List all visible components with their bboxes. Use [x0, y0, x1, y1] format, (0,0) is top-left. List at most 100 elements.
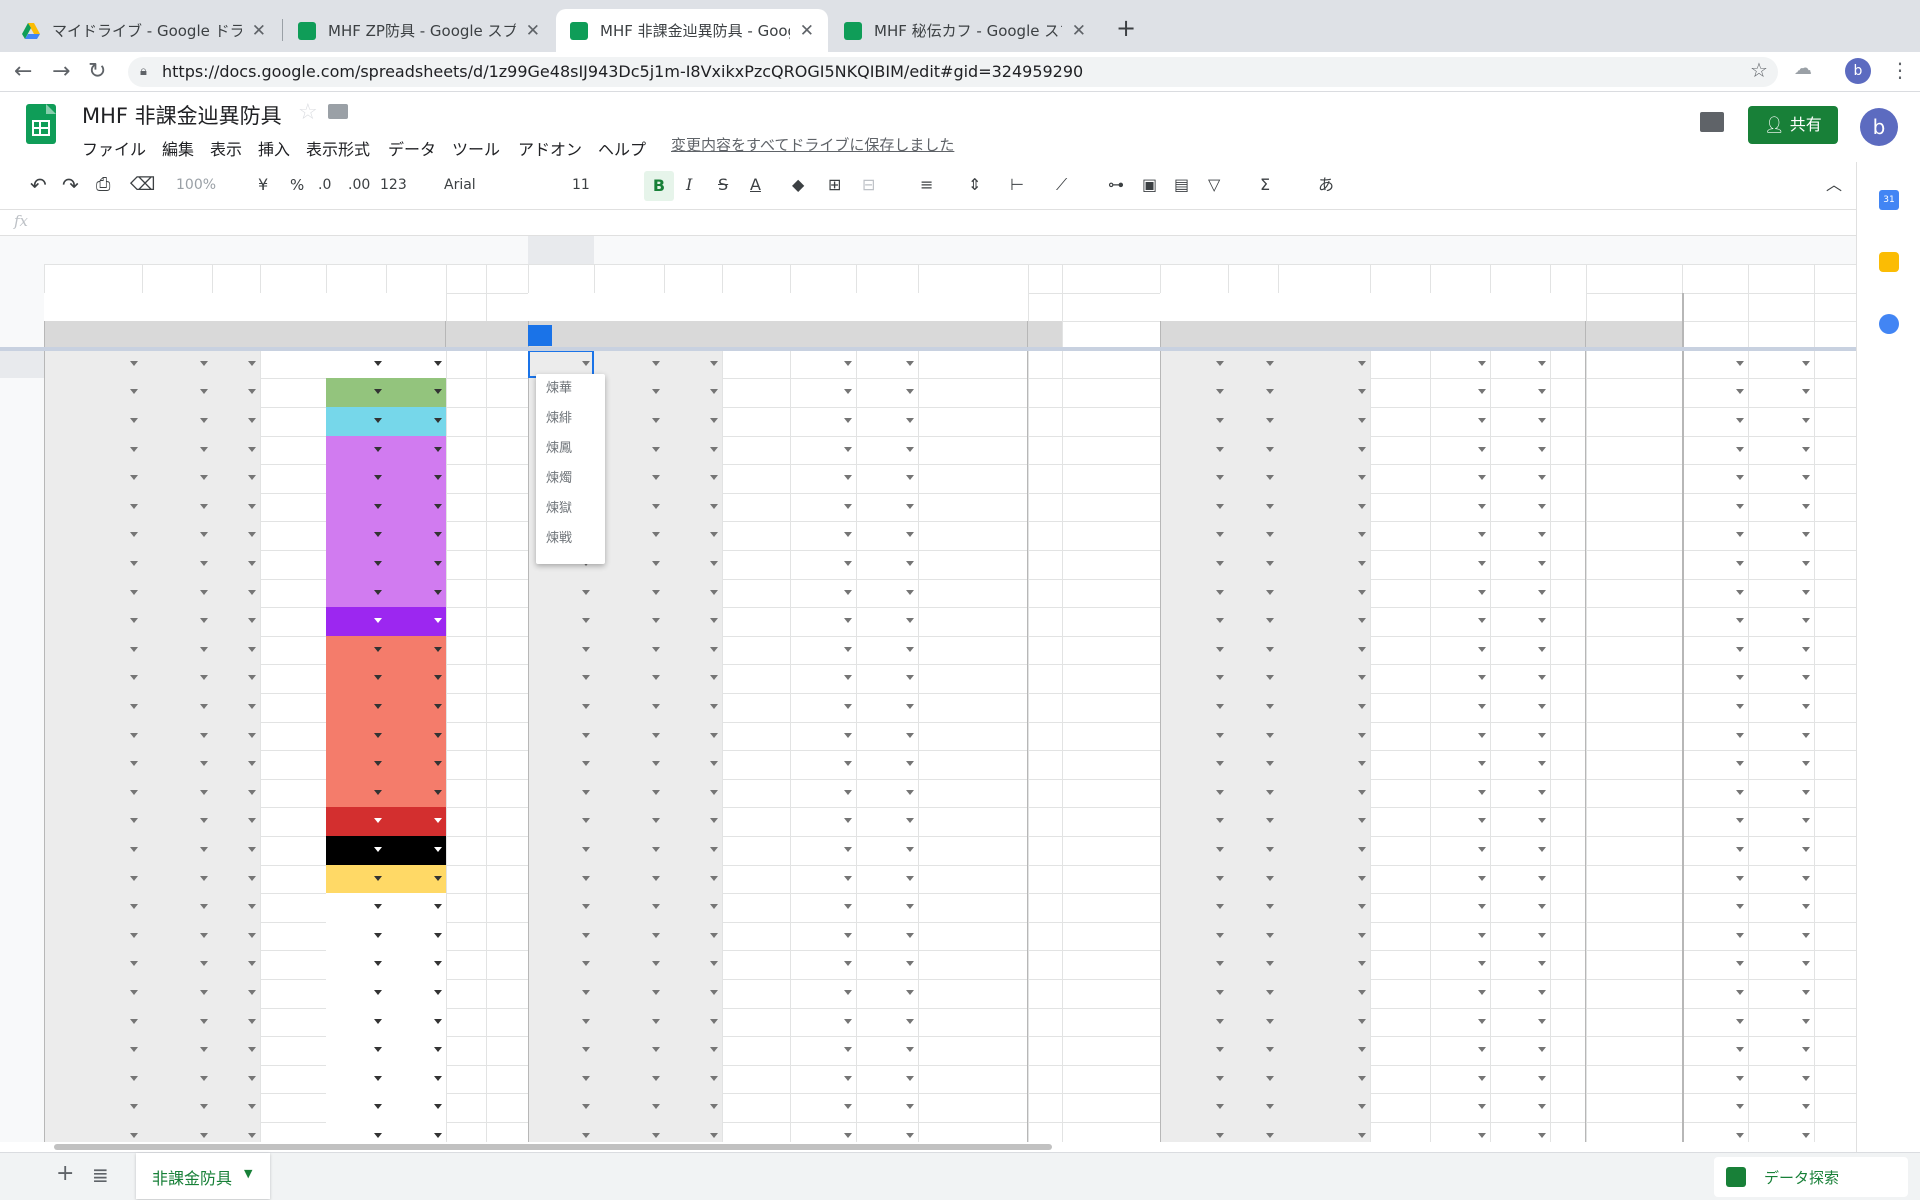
utahime-cell[interactable] [1278, 693, 1370, 722]
utahime-cell[interactable] [1278, 1093, 1370, 1122]
single-cell[interactable] [1682, 550, 1748, 579]
sub-armor-cell[interactable] [386, 864, 446, 894]
utahime-cell[interactable] [1550, 378, 1586, 407]
dropdown-arrow-icon[interactable] [1266, 875, 1274, 881]
dropdown-arrow-icon[interactable] [1216, 761, 1224, 767]
dropdown-arrow-icon[interactable] [710, 532, 718, 538]
karendo-cell[interactable] [918, 893, 1028, 922]
karendo-cell[interactable] [918, 807, 1028, 836]
karendo-cell[interactable] [664, 607, 722, 636]
dropdown-arrow-icon[interactable] [200, 1047, 208, 1053]
dropdown-arrow-icon[interactable] [582, 818, 590, 824]
dropdown-arrow-icon[interactable] [710, 646, 718, 652]
dropdown-arrow-icon[interactable] [130, 789, 138, 795]
dropdown-arrow-icon[interactable] [1266, 761, 1274, 767]
event-cell[interactable] [142, 550, 212, 579]
italic-button[interactable]: I [686, 174, 692, 196]
karendo-cell[interactable] [856, 865, 918, 894]
dropdown-arrow-icon[interactable] [844, 561, 852, 566]
single-cell[interactable] [1814, 979, 1856, 1008]
main-armor-cell[interactable] [326, 635, 386, 665]
dropdown-arrow-icon[interactable] [248, 732, 256, 738]
dropdown-arrow-icon[interactable] [710, 1133, 718, 1138]
utahime-cell[interactable] [1278, 722, 1370, 751]
dropdown-arrow-icon[interactable] [582, 1018, 590, 1024]
karendo-cell[interactable] [664, 636, 722, 665]
dropdown-arrow-icon[interactable] [906, 503, 914, 509]
event-cell[interactable] [260, 950, 326, 979]
dropdown-arrow-icon[interactable] [710, 561, 718, 566]
dropdown-arrow-icon[interactable] [200, 732, 208, 738]
utahime-cell[interactable] [1490, 922, 1550, 951]
close-icon[interactable]: ✕ [252, 21, 266, 41]
event-cell[interactable] [212, 922, 260, 951]
dropdown-arrow-icon[interactable] [710, 1104, 718, 1110]
row-header[interactable] [0, 349, 44, 379]
karendo-cell[interactable] [918, 636, 1028, 665]
utahime-cell[interactable] [1490, 579, 1550, 608]
increase-decimal-button[interactable]: .00 [348, 174, 370, 196]
dropdown-arrow-icon[interactable] [1216, 589, 1224, 595]
column-header[interactable] [142, 236, 212, 264]
row-header[interactable] [0, 521, 44, 550]
single-cell[interactable] [1748, 550, 1814, 579]
column-header[interactable] [918, 236, 1028, 264]
dropdown-arrow-icon[interactable] [434, 704, 442, 709]
karendo-cell[interactable] [856, 407, 918, 436]
dropdown-arrow-icon[interactable] [374, 532, 382, 538]
event-cell[interactable] [260, 521, 326, 550]
karendo-cell[interactable] [790, 521, 856, 550]
dropdown-arrow-icon[interactable] [652, 904, 660, 910]
karendo-cell[interactable] [856, 722, 918, 751]
main-armor-cell[interactable] [326, 893, 386, 922]
single-cell[interactable] [1682, 693, 1748, 722]
single-cell[interactable] [1682, 979, 1748, 1008]
event-cell[interactable] [260, 550, 326, 579]
single-cell[interactable] [1748, 807, 1814, 836]
dropdown-arrow-icon[interactable] [652, 789, 660, 795]
karendo-cell[interactable] [722, 521, 790, 550]
column-header[interactable] [1586, 236, 1682, 264]
dropdown-arrow-icon[interactable] [582, 1104, 590, 1110]
utahime-cell[interactable] [1228, 922, 1278, 951]
comment-icon[interactable]: ▣ [1142, 174, 1157, 196]
utahime-cell[interactable] [1160, 636, 1228, 665]
single-cell[interactable] [1814, 865, 1856, 894]
row-header[interactable] [0, 807, 44, 836]
dropdown-arrow-icon[interactable] [652, 847, 660, 852]
dropdown-arrow-icon[interactable] [906, 1047, 914, 1053]
decrease-decimal-button[interactable]: .0 [318, 174, 331, 196]
dropdown-arrow-icon[interactable] [1358, 418, 1366, 423]
dropdown-arrow-icon[interactable] [906, 1018, 914, 1024]
dropdown-arrow-icon[interactable] [434, 1133, 442, 1138]
dropdown-arrow-icon[interactable] [1802, 675, 1810, 681]
utahime-cell[interactable] [1430, 636, 1490, 665]
single-cell[interactable] [1682, 722, 1748, 751]
row-header[interactable] [0, 635, 44, 665]
dropdown-arrow-icon[interactable] [1736, 589, 1744, 595]
dropdown-arrow-icon[interactable] [1802, 561, 1810, 566]
dropdown-arrow-icon[interactable] [1358, 847, 1366, 852]
dropdown-arrow-icon[interactable] [1216, 646, 1224, 652]
dropdown-arrow-icon[interactable] [1538, 789, 1546, 795]
utahime-cell[interactable] [1160, 464, 1228, 493]
single-cell[interactable] [1814, 1122, 1856, 1142]
dropdown-arrow-icon[interactable] [1736, 389, 1744, 395]
dropdown-arrow-icon[interactable] [844, 761, 852, 767]
menu-addons[interactable]: アドオン [518, 136, 582, 160]
column-header[interactable] [856, 236, 918, 264]
column-header[interactable] [722, 236, 790, 264]
karendo-cell[interactable] [790, 807, 856, 836]
dropdown-arrow-icon[interactable] [652, 646, 660, 652]
dropdown-arrow-icon[interactable] [1358, 589, 1366, 595]
karendo-cell[interactable] [594, 607, 664, 636]
dropdown-arrow-icon[interactable] [1216, 1047, 1224, 1053]
dropdown-arrow-icon[interactable] [374, 561, 382, 566]
star-icon[interactable]: ☆ [298, 100, 318, 125]
dropdown-arrow-icon[interactable] [248, 503, 256, 509]
dropdown-arrow-icon[interactable] [1358, 446, 1366, 452]
dropdown-arrow-icon[interactable] [844, 589, 852, 595]
dropdown-arrow-icon[interactable] [582, 1133, 590, 1138]
event-cell[interactable] [212, 750, 260, 779]
karendo-cell[interactable] [856, 950, 918, 979]
